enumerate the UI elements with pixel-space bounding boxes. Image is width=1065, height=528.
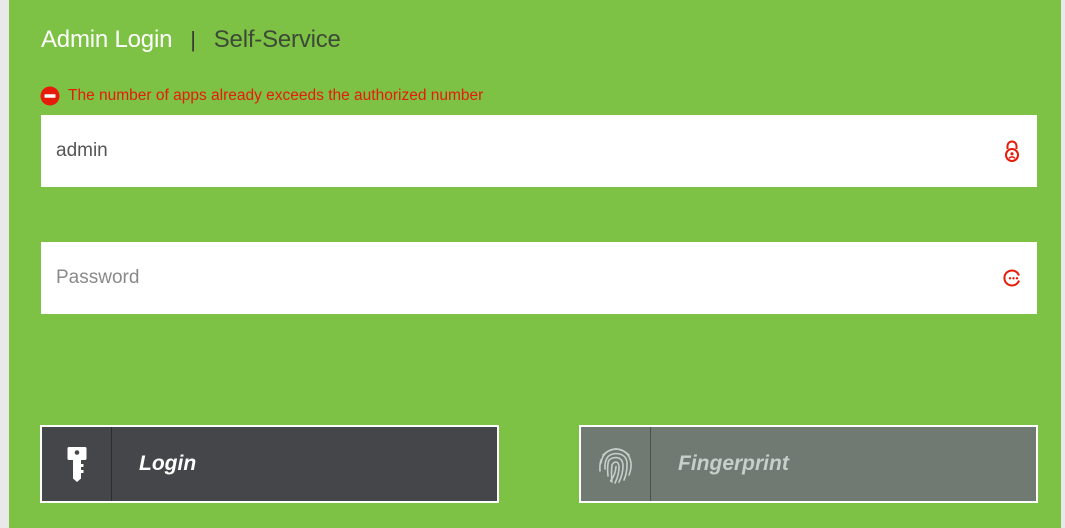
password-input[interactable] [56,242,1001,314]
tab-self-service[interactable]: Self-Service [214,26,341,54]
fingerprint-icon-box [581,427,651,501]
login-tabs: Admin Login | Self-Service [41,22,341,58]
password-dots-icon [1003,269,1020,287]
error-text: The number of apps already exceeds the a… [68,87,484,104]
username-input[interactable] [56,115,1001,187]
error-message: The number of apps already exceeds the a… [40,86,483,106]
minus-circle-icon [40,86,60,106]
login-label: Login [139,452,197,475]
username-field [41,115,1037,187]
user-lock-icon [1005,140,1019,162]
login-panel: Admin Login | Self-Service The number of… [9,0,1061,528]
login-icon-box [42,427,112,501]
fingerprint-button[interactable]: Fingerprint [579,425,1038,503]
login-button[interactable]: Login [40,425,499,503]
tab-separator: | [190,27,196,52]
fingerprint-label: Fingerprint [678,452,789,475]
password-field [41,242,1037,314]
tab-admin-login[interactable]: Admin Login [41,26,172,54]
fingerprint-icon [598,448,632,484]
key-icon [67,447,86,482]
